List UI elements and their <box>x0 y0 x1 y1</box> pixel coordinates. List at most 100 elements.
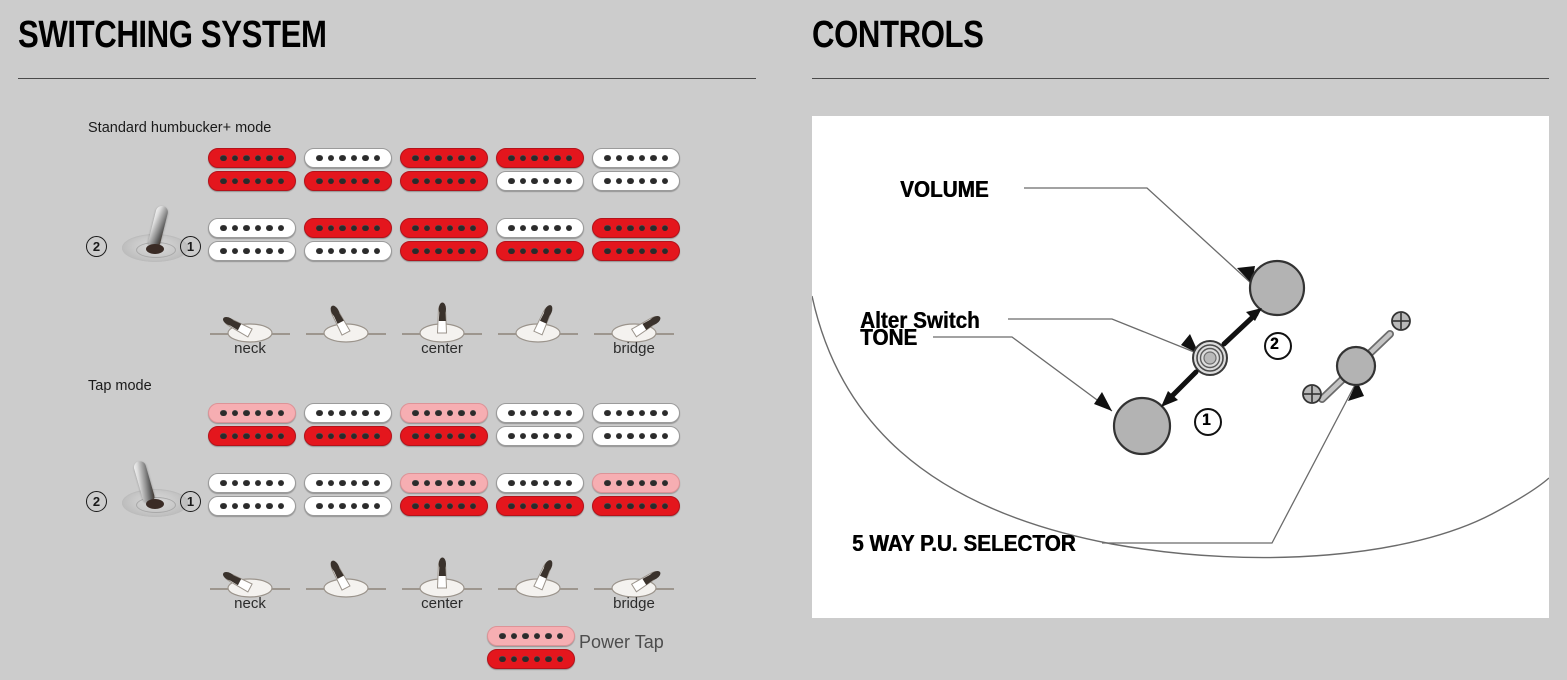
pickup-neck_pickup-pos3 <box>400 148 488 191</box>
pole-piece <box>458 479 465 487</box>
power-tap-coil-top <box>487 626 575 646</box>
pole-piece <box>604 409 611 417</box>
pole-piece <box>220 177 227 185</box>
pole-piece <box>661 409 668 417</box>
pole-piece <box>627 247 634 255</box>
selector-position-1[interactable]: neck <box>208 288 292 357</box>
selector-position-3[interactable]: center <box>400 288 484 357</box>
pole-piece <box>373 224 380 232</box>
alter-toggle-switch-standard[interactable] <box>100 200 210 270</box>
pickup-neck_pickup-pos1-coil-top <box>208 403 296 423</box>
pole-piece <box>435 177 442 185</box>
pole-piece <box>266 247 273 255</box>
page-root: SWITCHING SYSTEM Standard humbucker+ mod… <box>0 0 1567 680</box>
pole-piece <box>339 409 346 417</box>
selector-position-label: bridge <box>613 595 655 612</box>
pole-piece <box>412 432 419 440</box>
pole-piece <box>615 479 622 487</box>
pickup-bridge_pickup-pos2-coil-bottom <box>304 496 392 516</box>
pole-piece <box>254 432 261 440</box>
pole-piece <box>469 177 476 185</box>
pole-piece <box>423 409 430 417</box>
pickup-neck_pickup-pos2-coil-bottom <box>304 426 392 446</box>
pickup-bridge_pickup-pos1-coil-top <box>208 218 296 238</box>
selector-position-label: neck <box>234 595 266 612</box>
selector-position-3[interactable]: center <box>400 543 484 612</box>
alter-toggle-switch-tap[interactable] <box>100 455 210 525</box>
pole-piece <box>316 409 323 417</box>
switching-system-header: SWITCHING SYSTEM <box>18 16 394 54</box>
pole-piece <box>316 247 323 255</box>
pole-piece <box>519 177 526 185</box>
pole-piece <box>316 432 323 440</box>
pole-piece <box>604 177 611 185</box>
selector-position-label: center <box>421 595 463 612</box>
pole-piece <box>350 154 357 162</box>
pole-piece <box>542 177 549 185</box>
pole-piece <box>316 479 323 487</box>
pole-piece <box>373 502 380 510</box>
pole-piece <box>638 479 645 487</box>
pole-piece <box>650 432 657 440</box>
pickup-bridge_pickup-pos5-coil-bottom <box>592 241 680 261</box>
pole-piece <box>277 224 284 232</box>
pickup-bridge_pickup-pos3-coil-top <box>400 473 488 493</box>
pole-piece <box>519 224 526 232</box>
pole-piece <box>435 409 442 417</box>
pole-piece <box>508 409 515 417</box>
pole-piece <box>627 154 634 162</box>
pickup-bridge_pickup-pos1 <box>208 473 296 516</box>
controls-diagram: VOLUME Alter Switch TONE 5 WAY P.U. SELE… <box>811 116 1550 618</box>
selector-position-2[interactable] <box>304 288 388 348</box>
pole-piece <box>565 502 572 510</box>
volume-label: VOLUME <box>900 176 989 202</box>
selector-position-4[interactable] <box>496 288 580 348</box>
pole-piece <box>266 432 273 440</box>
alter-switch-knob[interactable] <box>1192 340 1228 376</box>
pickup-neck_pickup-pos4 <box>496 403 584 446</box>
pole-piece <box>661 479 668 487</box>
selector-position-1[interactable]: neck <box>208 543 292 612</box>
pole-piece <box>469 247 476 255</box>
pole-piece <box>243 224 250 232</box>
pole-piece <box>327 247 334 255</box>
pole-piece <box>519 479 526 487</box>
pole-piece <box>627 409 634 417</box>
pole-piece <box>243 154 250 162</box>
pickup-bridge_pickup-pos1 <box>208 218 296 261</box>
pickup-neck_pickup-pos2-coil-bottom <box>304 171 392 191</box>
pole-piece <box>327 432 334 440</box>
selector-position-4[interactable] <box>496 543 580 603</box>
pole-piece <box>373 177 380 185</box>
pickup-bridge_pickup-pos4-coil-top <box>496 473 584 493</box>
pole-piece <box>499 655 506 663</box>
pole-piece <box>615 224 622 232</box>
volume-knob[interactable] <box>1248 259 1306 317</box>
pole-piece <box>531 177 538 185</box>
pickup-neck_pickup-pos3-coil-bottom <box>400 171 488 191</box>
pole-piece <box>446 502 453 510</box>
pole-piece <box>519 502 526 510</box>
pole-piece <box>627 502 634 510</box>
toggle-hole <box>146 499 164 509</box>
pole-piece <box>350 479 357 487</box>
pole-piece <box>469 224 476 232</box>
power-tap-label: Power Tap <box>579 632 664 652</box>
pole-piece <box>254 247 261 255</box>
selector-position-5[interactable]: bridge <box>592 288 676 357</box>
alter-switch-leader-line <box>1008 318 1200 355</box>
selector-position-5[interactable]: bridge <box>592 543 676 612</box>
pole-piece <box>350 247 357 255</box>
pole-piece <box>604 247 611 255</box>
pickup-neck_pickup-pos2 <box>304 148 392 191</box>
pole-piece <box>638 409 645 417</box>
pole-piece <box>231 224 238 232</box>
pole-piece <box>423 502 430 510</box>
pole-piece <box>554 154 561 162</box>
pole-piece <box>554 177 561 185</box>
pickup-bridge_pickup-pos4-coil-top <box>496 218 584 238</box>
pole-piece <box>458 224 465 232</box>
pole-piece <box>327 409 334 417</box>
selector-position-2[interactable] <box>304 543 388 603</box>
pickup-neck_pickup-pos1-coil-bottom <box>208 171 296 191</box>
